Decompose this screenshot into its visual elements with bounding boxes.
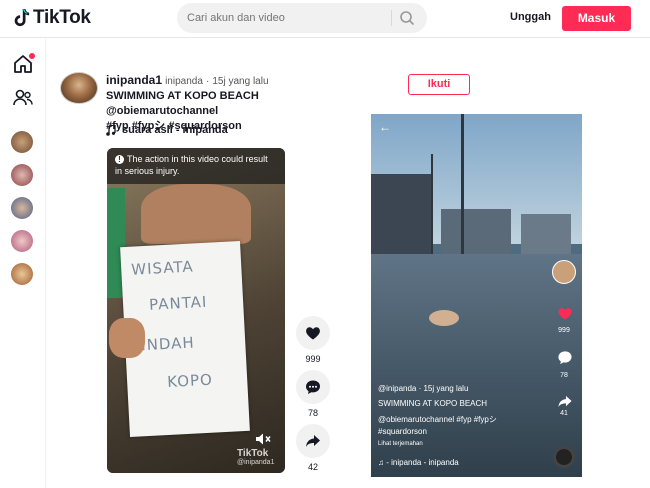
brand-name: TikTok (33, 7, 91, 28)
account-avatar[interactable] (11, 197, 33, 219)
sidebar (0, 39, 46, 488)
notification-dot (29, 53, 35, 59)
sign-text: PANTAI (148, 292, 208, 314)
watermark-user: @inipanda1 (237, 459, 275, 466)
preview-disc-icon (553, 446, 575, 468)
preview-music: ♫ - inipanda - inipanda (378, 458, 459, 467)
search-divider (391, 10, 392, 26)
tiktok-watermark: TikTok @inipanda1 (237, 448, 274, 466)
warning-text: The action in this video could result in… (115, 154, 268, 176)
video-hand (109, 318, 145, 358)
separator: · (205, 76, 210, 87)
heart-icon (306, 327, 320, 340)
search-input[interactable] (187, 10, 387, 26)
preview-share-count: 41 (560, 410, 568, 417)
preview-back-arrow: ← (379, 120, 391, 134)
author-line: inipanda1 inipanda · 15j yang lalu (106, 73, 269, 87)
author-username[interactable]: inipanda1 (106, 73, 162, 87)
follow-button[interactable]: Ikuti (408, 74, 470, 95)
music-link[interactable]: suara asli - inipanda (106, 124, 228, 136)
info-icon: ! (115, 155, 124, 164)
preview-building (441, 209, 511, 254)
preview-comment-icon (558, 351, 572, 365)
preview-heart-icon (558, 308, 572, 320)
share-icon (306, 435, 320, 447)
top-bar: TikTok Unggah Masuk (0, 0, 650, 38)
preview-like-count: 999 (558, 327, 570, 334)
upload-link[interactable]: Unggah (510, 11, 551, 23)
preview-author-avatar (552, 260, 576, 284)
preview-caption: #squardorson (378, 427, 427, 436)
preview-pole (431, 154, 433, 254)
account-avatar[interactable] (11, 263, 33, 285)
author-avatar[interactable] (60, 72, 98, 104)
preview-user-line: @inipanda · 15j yang lalu (378, 384, 469, 393)
embedded-video-screenshot: ← 999 78 41 @inipanda · 15j yang lalu SW… (371, 114, 582, 477)
search-icon[interactable] (399, 10, 415, 26)
preview-swimmer (429, 310, 459, 326)
preview-caption: @obiemarutochannel #fyp #fypシ (378, 415, 497, 424)
preview-translate: Lihat terjemahan (378, 441, 423, 447)
tiktok-logo[interactable]: TikTok (12, 7, 91, 29)
sign-text: KOPO (166, 370, 214, 391)
preview-comment-count: 78 (560, 372, 568, 379)
like-button[interactable] (296, 316, 330, 350)
caption-line: SWIMMING AT KOPO BEACH @obiemarutochanne… (106, 90, 259, 117)
comment-count: 78 (307, 408, 318, 418)
video-player[interactable]: WISATA PANTAI INDAH KOPO ! The action in … (107, 148, 285, 473)
sign-text: WISATA (130, 257, 195, 279)
account-avatar[interactable] (11, 230, 33, 252)
watermark-brand: TikTok (237, 448, 269, 459)
account-avatar[interactable] (11, 131, 33, 153)
share-count: 42 (307, 462, 318, 472)
account-avatar[interactable] (11, 164, 33, 186)
tiktok-note-icon (14, 9, 30, 27)
music-title: suara asli - inipanda (122, 124, 228, 136)
share-button[interactable] (296, 424, 330, 458)
like-count: 999 (305, 354, 321, 364)
search-bar (177, 3, 427, 33)
preview-building (371, 174, 431, 254)
sign-text: INDAH (140, 333, 196, 355)
post-time: 15j yang lalu (212, 76, 269, 87)
preview-pole (461, 114, 464, 254)
preview-share-icon (558, 395, 572, 408)
preview-caption: SWIMMING AT KOPO BEACH (378, 399, 488, 408)
login-button[interactable]: Masuk (562, 6, 631, 31)
preview-building (521, 214, 571, 254)
preview-music-title: - inipanda - inipanda (386, 458, 459, 467)
music-note-icon (106, 124, 116, 136)
safety-warning: ! The action in this video could result i… (107, 148, 285, 184)
following-icon[interactable] (12, 87, 34, 109)
author-nickname: inipanda (165, 76, 203, 87)
mute-icon[interactable] (255, 432, 271, 446)
comment-button[interactable] (296, 370, 330, 404)
video-person (141, 184, 251, 244)
comment-icon (306, 380, 320, 394)
